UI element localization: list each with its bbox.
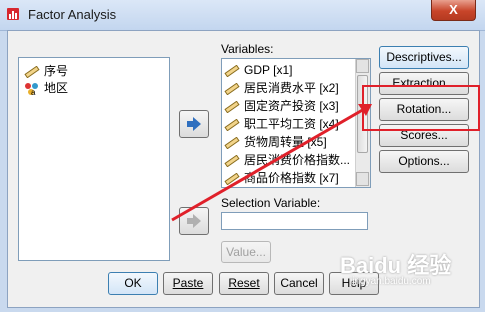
list-item[interactable]: 职工平均工资 [x4]	[224, 115, 339, 133]
ok-button[interactable]: OK	[108, 272, 158, 295]
ruler-icon	[224, 82, 240, 95]
svg-text:a: a	[31, 88, 36, 96]
descriptives-button[interactable]: Descriptives...	[379, 46, 469, 69]
arrow-right-icon	[187, 117, 201, 131]
list-item[interactable]: 商品价格指数 [x7]	[224, 169, 339, 187]
arrow-left-icon	[187, 214, 201, 228]
spss-app-icon	[7, 8, 19, 20]
variable-label: 居民消费价格指数...	[244, 153, 351, 167]
variables-list[interactable]: GDP [x1] 居民消费水平 [x2] 固定资产投资 [x3] 职工平均工资 …	[221, 58, 371, 188]
value-button[interactable]: Value...	[221, 241, 271, 263]
list-item[interactable]: GDP [x1]	[224, 61, 292, 79]
scroll-up-button[interactable]	[356, 59, 369, 73]
baidu-watermark-url: jingyan.baidu.com	[350, 276, 431, 287]
list-item[interactable]: a 地区	[24, 79, 68, 97]
variable-label: 居民消费水平 [x2]	[244, 81, 339, 95]
reset-button[interactable]: Reset	[219, 272, 269, 295]
source-variable-list[interactable]: 序号 a 地区	[18, 57, 170, 261]
ruler-icon	[224, 136, 240, 149]
move-to-selection-button[interactable]	[179, 207, 209, 235]
ruler-icon	[24, 65, 40, 78]
nominal-icon: a	[25, 82, 38, 96]
variables-label: Variables:	[221, 42, 274, 56]
variable-label: 货物周转量 [x5]	[244, 135, 327, 149]
ruler-icon	[224, 64, 240, 77]
close-button[interactable]: X	[431, 0, 476, 21]
close-icon: X	[449, 2, 458, 17]
ruler-icon	[224, 154, 240, 167]
annotation-highlight-box	[362, 85, 480, 131]
variable-label: GDP [x1]	[244, 63, 293, 77]
variable-label: 商品价格指数 [x7]	[244, 171, 339, 185]
list-item[interactable]: 居民消费价格指数...	[224, 151, 350, 169]
list-item[interactable]: 序号	[24, 62, 68, 80]
ruler-icon	[224, 172, 240, 185]
move-to-variables-button[interactable]	[179, 110, 209, 138]
list-item[interactable]: 货物周转量 [x5]	[224, 133, 327, 151]
paste-button[interactable]: Paste	[163, 272, 213, 295]
scroll-down-button[interactable]	[356, 172, 369, 186]
variable-label: 固定资产投资 [x3]	[244, 99, 339, 113]
list-item[interactable]: 固定资产投资 [x3]	[224, 97, 339, 115]
variable-label: 地区	[44, 81, 69, 95]
title-bar[interactable]: Factor Analysis X	[0, 0, 485, 31]
selection-variable-label: Selection Variable:	[221, 196, 321, 210]
ruler-icon	[224, 100, 240, 113]
window-title: Factor Analysis	[28, 7, 117, 22]
variable-label: 序号	[44, 64, 69, 78]
cancel-button[interactable]: Cancel	[274, 272, 324, 295]
ruler-icon	[224, 118, 240, 131]
options-button[interactable]: Options...	[379, 150, 469, 173]
list-item[interactable]: 居民消费水平 [x2]	[224, 79, 339, 97]
selection-variable-field[interactable]	[221, 212, 368, 230]
variable-label: 职工平均工资 [x4]	[244, 117, 339, 131]
